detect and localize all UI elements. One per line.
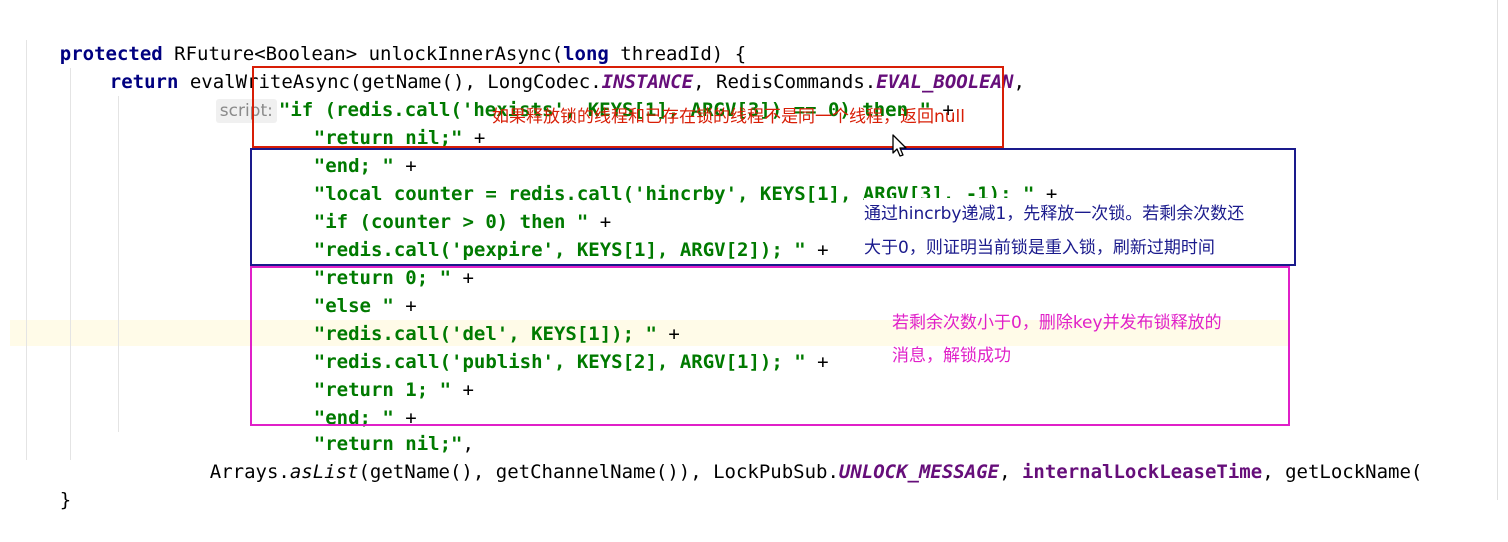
magenta-annotation-text-line1: 若剩余次数小于0，删除key并发布锁释放的 (892, 313, 1222, 333)
indent-guide (70, 68, 71, 460)
arrays-class: Arrays. (209, 461, 290, 483)
indent-guide (118, 96, 119, 432)
magenta-annotation-text-line2: 消息，解锁成功 (892, 346, 1011, 366)
eval-call-end: , (1013, 71, 1025, 93)
magenta-annotation-box (250, 266, 1290, 426)
closing-brace: } (59, 489, 72, 511)
constant-unlock-message: UNLOCK_MESSAGE (838, 461, 1000, 483)
code-line-return: return evalWriteAsync(getName(), LongCod… (64, 40, 1025, 93)
mouse-pointer-icon (892, 134, 908, 162)
field-lease-time: internalLockLeaseTime (1021, 461, 1263, 483)
code-line-args: Arrays.asList(getName(), getChannelName(… (164, 430, 1423, 483)
args-sep: , (999, 461, 1022, 483)
red-annotation-text: 如果释放锁的线程和已存在锁的线程不是同一个线程，返回null (492, 107, 965, 127)
args-mid: (getName(), getChannelName()), LockPubSu… (358, 461, 839, 483)
blue-annotation-text-line2: 大于0，则证明当前锁是重入锁，刷新过期时间 (864, 232, 1215, 264)
indent-guide (26, 40, 27, 460)
editor-right-edge (1497, 0, 1498, 500)
method-aslist: asList (289, 461, 359, 483)
code-line-method-signature: protected RFuture<Boolean> unlockInnerAs… (14, 12, 746, 65)
blue-annotation-text-line1: 通过hincrby递减1，先释放一次锁。若剩余次数还 (864, 198, 1245, 230)
code-line-closing-brace: } (14, 458, 71, 511)
args-end: , getLockName( (1262, 461, 1423, 483)
keyword-return: return (109, 71, 179, 93)
